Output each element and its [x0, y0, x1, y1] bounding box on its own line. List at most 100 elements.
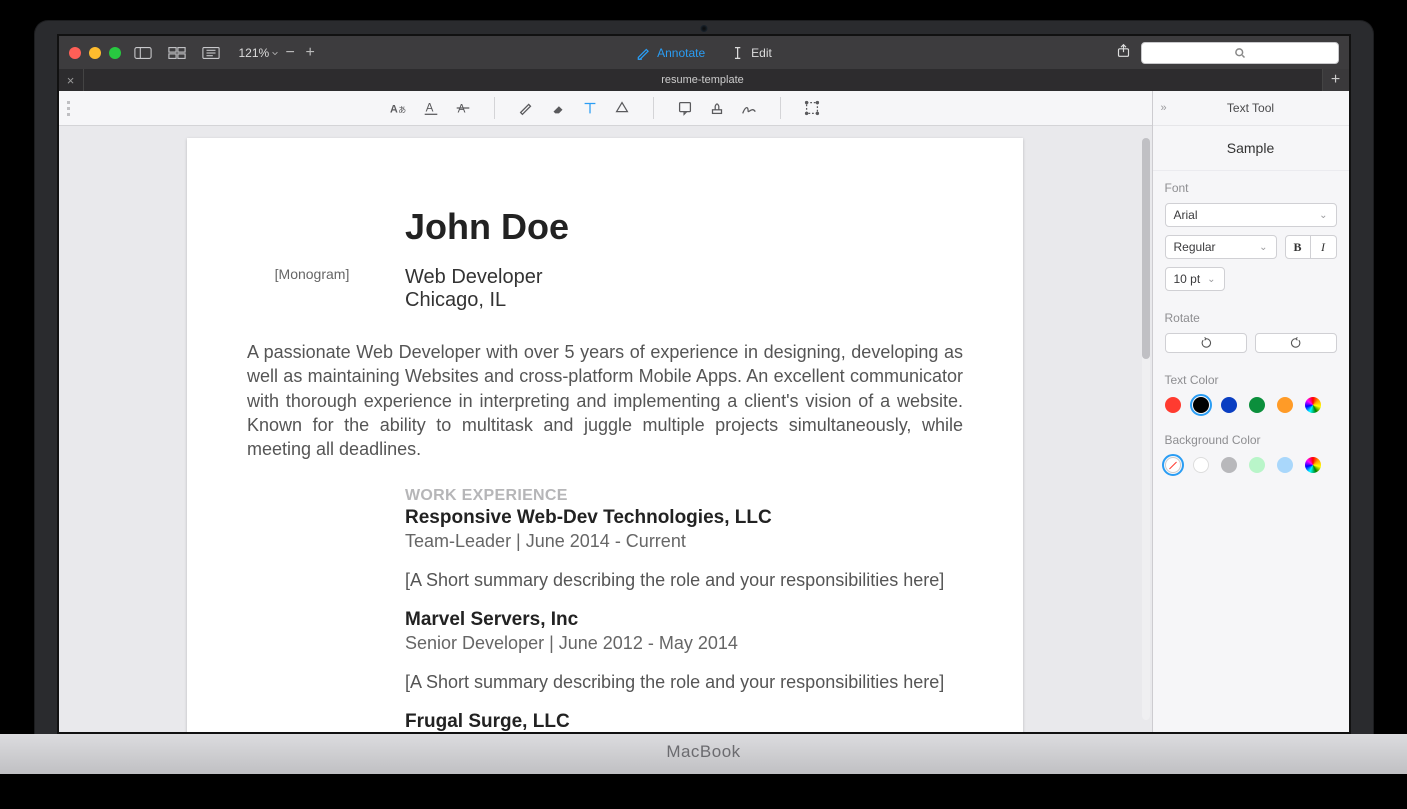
inspector-collapse-icon[interactable]: »	[1161, 102, 1167, 114]
note-tool-icon[interactable]	[674, 97, 696, 119]
tab-title-label: resume-template	[661, 74, 744, 86]
font-weight-select[interactable]: Regular ⌄	[1165, 235, 1277, 259]
bold-toggle[interactable]: B	[1285, 235, 1311, 259]
eraser-tool-icon[interactable]	[547, 97, 569, 119]
resume-name: John Doe	[405, 206, 963, 248]
text-color-green[interactable]	[1249, 397, 1265, 413]
screen: 121% − + Annotate Edit	[57, 34, 1351, 734]
bg-color-none[interactable]	[1165, 457, 1181, 473]
job-role: Team-Leader | June 2014 - Current	[405, 531, 963, 552]
zoom-value: 121%	[239, 46, 270, 60]
window-minimize-button[interactable]	[89, 47, 101, 59]
font-size-value: 10 pt	[1174, 272, 1201, 286]
font-family-value: Arial	[1174, 208, 1198, 222]
selection-tool-icon[interactable]	[801, 97, 823, 119]
titlebar: 121% − + Annotate Edit	[59, 36, 1349, 69]
text-color-black[interactable]	[1193, 397, 1209, 413]
rotate-cw-button[interactable]	[1255, 333, 1337, 353]
resume-summary: A passionate Web Developer with over 5 y…	[247, 340, 963, 461]
chevron-down-icon: ⌄	[1207, 274, 1215, 285]
laptop-brand-label: MacBook	[666, 742, 740, 762]
text-color-blue[interactable]	[1221, 397, 1237, 413]
pencil-tool-icon[interactable]	[515, 97, 537, 119]
window-close-button[interactable]	[69, 47, 81, 59]
job-company: Responsive Web-Dev Technologies, LLC	[405, 507, 963, 529]
chevron-down-icon: ⌄	[1319, 210, 1327, 221]
text-color-red[interactable]	[1165, 397, 1181, 413]
laptop-baseplate: MacBook	[0, 734, 1407, 774]
svg-text:A: A	[457, 103, 465, 116]
laptop-bezel-top	[34, 20, 1374, 34]
svg-text:A: A	[425, 102, 433, 115]
edit-mode-button[interactable]: Edit	[729, 45, 772, 61]
share-icon[interactable]	[1116, 43, 1131, 63]
job-item: Responsive Web-Dev Technologies, LLC Tea…	[405, 507, 963, 591]
strike-text-icon[interactable]: A	[452, 97, 474, 119]
zoom-control: 121% − +	[239, 44, 320, 62]
toolbar-separator	[653, 97, 654, 119]
svg-text:A: A	[390, 104, 398, 116]
zoom-in-button[interactable]: +	[301, 44, 319, 62]
text-color-label: Text Color	[1165, 373, 1337, 387]
mode-switch: Annotate Edit	[635, 45, 772, 61]
search-input[interactable]	[1141, 42, 1339, 64]
bg-color-white[interactable]	[1193, 457, 1209, 473]
sample-text: Sample	[1227, 140, 1274, 156]
text-style-icon[interactable]: Aあ	[388, 97, 410, 119]
document-viewport[interactable]: [Monogram] John Doe Web Developer Chicag…	[59, 126, 1152, 732]
annotate-mode-button[interactable]: Annotate	[635, 45, 705, 61]
zoom-dropdown[interactable]: 121%	[239, 46, 280, 60]
svg-text:あ: あ	[398, 106, 406, 115]
toolbar-drag-handle-icon[interactable]	[67, 101, 71, 116]
tab-document[interactable]: resume-template	[83, 69, 1323, 91]
font-weight-value: Regular	[1174, 240, 1216, 254]
window-fullscreen-button[interactable]	[109, 47, 121, 59]
bg-color-light-green[interactable]	[1249, 457, 1265, 473]
bg-color-picker[interactable]	[1305, 457, 1321, 473]
bold-italic-group: B I	[1285, 235, 1337, 259]
laptop-frame: 121% − + Annotate Edit	[34, 20, 1374, 774]
annotation-toolbar: Aあ A A	[59, 91, 1152, 126]
tab-bar: × resume-template +	[59, 69, 1349, 91]
job-summary: [A Short summary describing the role and…	[405, 672, 963, 693]
workspace: Aあ A A	[59, 91, 1349, 732]
thumbnail-view-icon[interactable]	[165, 43, 189, 63]
background-color-label: Background Color	[1165, 433, 1337, 447]
titlebar-right	[1116, 42, 1339, 64]
bg-color-light-blue[interactable]	[1277, 457, 1293, 473]
underline-text-icon[interactable]: A	[420, 97, 442, 119]
inspector-title: Text Tool	[1227, 101, 1274, 115]
text-color-picker[interactable]	[1305, 397, 1321, 413]
search-icon	[1234, 47, 1246, 59]
edit-mode-label: Edit	[751, 46, 772, 60]
job-item: Marvel Servers, Inc Senior Developer | J…	[405, 609, 963, 693]
job-role: Senior Developer | June 2012 - May 2014	[405, 633, 963, 654]
bg-color-grey[interactable]	[1221, 457, 1237, 473]
text-tool-icon[interactable]	[579, 97, 601, 119]
sidebar-toggle-icon[interactable]	[131, 43, 155, 63]
background-color-swatches	[1165, 455, 1337, 473]
monogram-placeholder: [Monogram]	[247, 206, 377, 324]
signature-tool-icon[interactable]	[738, 97, 760, 119]
tab-add-button[interactable]: +	[1323, 69, 1349, 91]
font-family-select[interactable]: Arial ⌄	[1165, 203, 1337, 227]
laptop-bezel-sides: 121% − + Annotate Edit	[34, 34, 1374, 734]
scrollbar-thumb[interactable]	[1142, 138, 1150, 359]
text-color-orange[interactable]	[1277, 397, 1293, 413]
vertical-scrollbar[interactable]	[1142, 138, 1150, 720]
canvas-area: Aあ A A	[59, 91, 1153, 732]
job-company: Frugal Surge, LLC	[405, 711, 963, 732]
zoom-out-button[interactable]: −	[281, 44, 299, 62]
rotate-section-label: Rotate	[1165, 311, 1337, 325]
tab-close-button[interactable]: ×	[59, 69, 83, 91]
font-size-select[interactable]: 10 pt ⌄	[1165, 267, 1225, 291]
document-page: [Monogram] John Doe Web Developer Chicag…	[187, 138, 1023, 732]
page-view-icon[interactable]	[199, 43, 223, 63]
chevron-down-icon: ⌄	[1259, 242, 1267, 253]
shape-tool-icon[interactable]	[611, 97, 633, 119]
italic-toggle[interactable]: I	[1311, 235, 1337, 259]
job-company: Marvel Servers, Inc	[405, 609, 963, 631]
font-section-label: Font	[1165, 181, 1337, 195]
rotate-ccw-button[interactable]	[1165, 333, 1247, 353]
stamp-tool-icon[interactable]	[706, 97, 728, 119]
